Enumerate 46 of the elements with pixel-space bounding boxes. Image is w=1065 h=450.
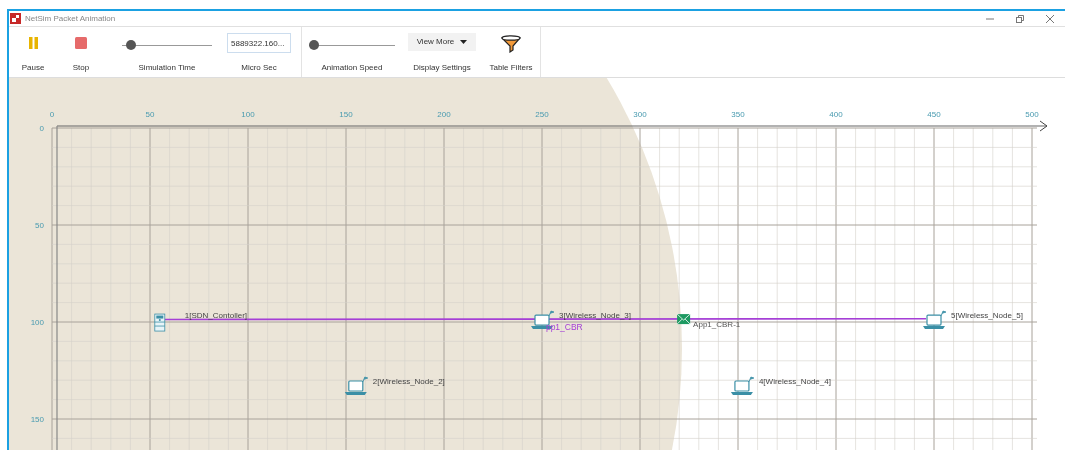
app-logo-icon — [10, 13, 21, 24]
x-tick-label: 300 — [633, 110, 647, 119]
table-filters-button[interactable]: Table Filters — [482, 27, 540, 77]
x-tick-label: 150 — [339, 110, 353, 119]
close-icon — [1046, 14, 1054, 23]
view-more-dropdown[interactable]: View More — [408, 33, 476, 51]
animation-speed-label: Animation Speed — [321, 62, 383, 74]
y-tick-label: 50 — [35, 221, 44, 230]
packet-envelope-icon[interactable] — [676, 313, 691, 325]
laptop-icon[interactable] — [730, 376, 755, 395]
unit-label: Micro Sec — [241, 62, 277, 74]
node-label: 2[Wireless_Node_2] — [372, 377, 445, 386]
simulation-time-label: Simulation Time — [138, 62, 196, 74]
stop-icon — [75, 37, 87, 49]
window-title: NetSim Packet Animation — [25, 12, 116, 25]
pause-button[interactable]: Pause — [9, 27, 57, 77]
x-tick-label: 350 — [731, 110, 745, 119]
caret-icon — [460, 40, 468, 44]
simulation-time-slider[interactable] — [122, 40, 212, 50]
server-icon[interactable] — [154, 313, 166, 332]
x-tick-label: 400 — [829, 110, 843, 119]
stop-button[interactable]: Stop — [57, 27, 105, 77]
node-label: 4[Wireless_Node_4] — [758, 377, 831, 386]
node-label: 5[Wireless_Node_5] — [951, 311, 1024, 321]
packet-label: App1_CBR-1 — [693, 320, 741, 330]
pause-icon — [27, 37, 39, 49]
y-tick-label: 150 — [30, 415, 44, 424]
x-tick-label: 0 — [49, 110, 55, 119]
display-settings-label: Display Settings — [413, 62, 471, 74]
node-label: 3[Wireless_Node_3] — [559, 311, 632, 321]
x-tick-label: 50 — [145, 110, 155, 119]
y-tick-label: 0 — [39, 124, 44, 133]
funnel-icon — [501, 35, 521, 53]
animation-speed-slider[interactable] — [309, 40, 395, 50]
restore-icon — [1016, 14, 1024, 23]
node-label: 1[SDN_Contoller] — [184, 311, 248, 321]
laptop-icon[interactable] — [344, 376, 369, 395]
x-tick-label: 450 — [927, 110, 941, 119]
x-tick-label: 100 — [241, 110, 255, 119]
x-tick-label: 500 — [1025, 110, 1039, 119]
y-tick-label: 100 — [30, 318, 44, 327]
time-field[interactable]: 5889322.160... — [227, 33, 291, 53]
x-tick-label: 250 — [535, 110, 549, 119]
laptop-icon[interactable] — [923, 310, 947, 330]
flow-label: pp1_CBR — [545, 321, 583, 332]
x-tick-label: 200 — [437, 110, 451, 119]
